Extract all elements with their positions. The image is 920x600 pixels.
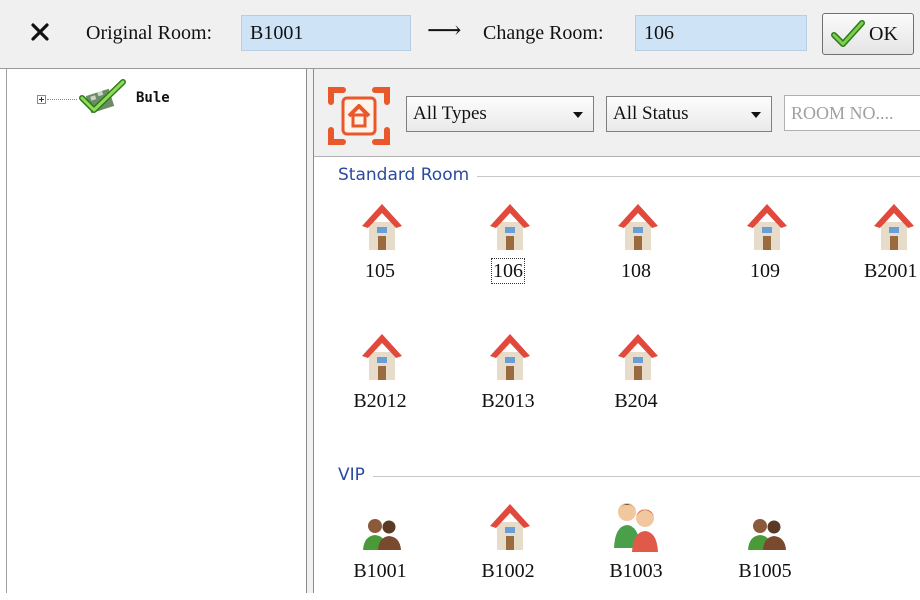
change-room-field[interactable] — [635, 15, 807, 51]
guests-large-icon — [614, 503, 658, 552]
group-title-vip: VIP — [338, 465, 373, 485]
guests-icon — [748, 519, 786, 550]
tree-node-building[interactable]: Bule — [136, 90, 170, 106]
house-icon — [618, 204, 658, 250]
room-tile[interactable]: 106 — [462, 200, 554, 300]
room-tile[interactable]: B1005 — [719, 500, 811, 600]
home-target-button[interactable] — [327, 84, 391, 148]
room-tile[interactable]: 109 — [719, 200, 811, 300]
room-tile[interactable]: 108 — [590, 200, 682, 300]
chevron-down-icon — [751, 112, 761, 118]
room-change-toolbar: Original Room: ⟶ Change Room: OK — [0, 0, 920, 69]
group-title-standard: Standard Room — [338, 165, 478, 185]
building-tree-panel — [0, 69, 306, 593]
original-room-field[interactable] — [241, 15, 411, 51]
room-status-value: All Status — [613, 103, 689, 124]
building-check-icon — [79, 79, 126, 114]
house-icon — [490, 504, 530, 550]
room-number-search-input[interactable] — [784, 95, 920, 131]
room-number: B204 — [614, 390, 658, 412]
room-tile[interactable]: B1003 — [590, 500, 682, 600]
house-icon — [618, 334, 658, 380]
arrow-right-icon: ⟶ — [427, 18, 462, 44]
house-icon — [362, 334, 402, 380]
room-tile[interactable]: B2001 — [846, 200, 920, 300]
change-room-label: Change Room: — [483, 22, 604, 44]
ok-button[interactable]: OK — [822, 13, 914, 55]
room-tile[interactable]: B1002 — [462, 500, 554, 600]
room-tile[interactable]: 105 — [334, 200, 426, 300]
room-type-value: All Types — [413, 103, 487, 124]
room-number: B1005 — [738, 560, 792, 582]
house-icon — [490, 334, 530, 380]
room-number: 105 — [365, 260, 395, 282]
room-number: B2013 — [481, 390, 535, 412]
room-number: B2001 — [864, 260, 918, 282]
house-icon — [362, 204, 402, 250]
room-tile[interactable]: B2013 — [462, 330, 554, 430]
room-tile[interactable]: B204 — [590, 330, 682, 430]
room-status-select[interactable]: All Status — [606, 96, 772, 132]
chevron-down-icon — [573, 112, 583, 118]
group-divider — [370, 476, 920, 477]
ok-label: OK — [869, 22, 898, 45]
room-tile[interactable]: B2012 — [334, 330, 426, 430]
room-tile[interactable]: B1001 — [334, 500, 426, 600]
room-number: 106 — [491, 258, 525, 284]
close-icon — [31, 23, 49, 41]
room-type-select[interactable]: All Types — [406, 96, 594, 132]
room-number: B1003 — [609, 560, 663, 582]
house-icon — [747, 204, 787, 250]
room-number: 109 — [750, 260, 780, 282]
room-number: B1001 — [353, 560, 407, 582]
checkmark-icon — [831, 20, 865, 47]
tree-connector — [47, 99, 77, 100]
guests-icon — [363, 519, 401, 550]
room-number: 108 — [621, 260, 651, 282]
panel-splitter[interactable] — [306, 69, 314, 593]
house-icon — [490, 204, 530, 250]
room-number: B2012 — [353, 390, 407, 412]
close-button[interactable] — [28, 20, 52, 44]
house-icon — [874, 204, 914, 250]
group-divider — [420, 176, 920, 177]
room-number: B1002 — [481, 560, 535, 582]
original-room-label: Original Room: — [86, 22, 213, 44]
tree-expand-toggle[interactable] — [37, 95, 46, 104]
